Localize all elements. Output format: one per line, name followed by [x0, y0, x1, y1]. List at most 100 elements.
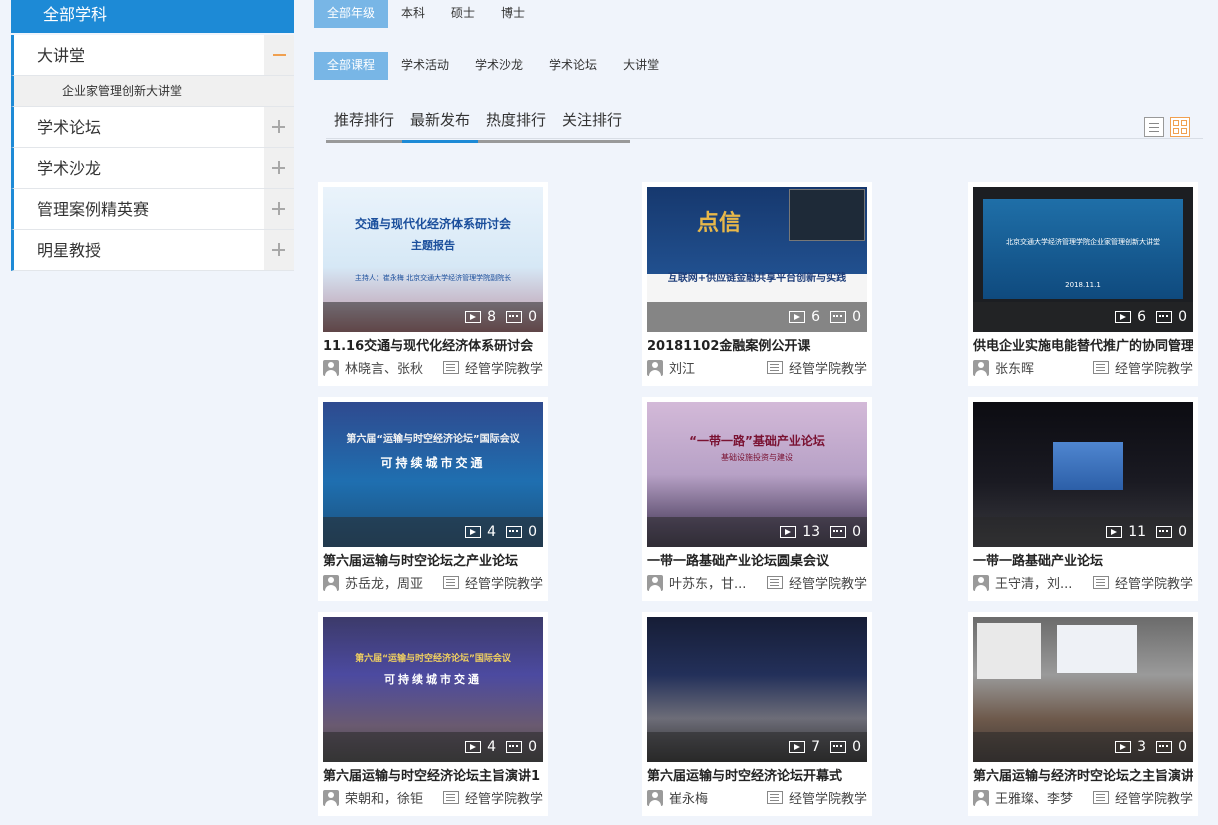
comment-count: 0: [528, 739, 537, 755]
thumbnail-title: 第六届“运输与时空经济论坛”国际会议: [346, 434, 520, 445]
video-thumbnail[interactable]: 7 0: [647, 617, 867, 762]
grid-view-icon[interactable]: [1170, 117, 1190, 137]
stats-overlay: 11 0: [973, 517, 1193, 547]
video-inset: [789, 189, 865, 241]
user-icon: [323, 574, 339, 591]
sidebar-item-label: 大讲堂: [37, 46, 86, 65]
stats-overlay: 6 0: [973, 302, 1193, 332]
video-card[interactable]: 北京交通大学经济管理学院企业家管理创新大讲堂 2018.11.1 6 0 供电企…: [968, 182, 1198, 386]
sidebar: 全部学科 大讲堂 企业家管理创新大讲堂 学术论坛 学术沙龙 管理案例精英赛 明星…: [11, 0, 294, 271]
filter-course-all[interactable]: 全部课程: [314, 52, 389, 80]
card-title[interactable]: 20181102金融案例公开课: [647, 338, 867, 356]
sidebar-item-case-competition[interactable]: 管理案例精英赛: [11, 189, 294, 230]
department-icon: [766, 576, 783, 589]
filter-course-salon[interactable]: 学术沙龙: [462, 52, 536, 80]
filter-course-lecture[interactable]: 大讲堂: [610, 52, 672, 80]
expand-icon[interactable]: [264, 189, 294, 229]
user-icon: [973, 789, 989, 806]
sidebar-item-star-professor[interactable]: 明星教授: [11, 230, 294, 271]
video-card[interactable]: 7 0 第六届运输与时空经济论坛开幕式 崔永梅 经管学院教学: [642, 612, 872, 816]
filter-grade-undergrad[interactable]: 本科: [388, 0, 438, 28]
video-thumbnail[interactable]: 11 0: [973, 402, 1193, 547]
thumbnail-subtitle: 互联网+供应链金融共享平台创新与实践: [667, 273, 847, 284]
card-title[interactable]: 11.16交通与现代化经济体系研讨会: [323, 338, 543, 356]
list-view-icon[interactable]: [1144, 117, 1164, 137]
video-card[interactable]: 第六届“运输与时空经济论坛”国际会议 可持续城市交通 4 0 第六届运输与时空经…: [318, 612, 548, 816]
sidebar-header-all-subjects[interactable]: 全部学科: [11, 0, 294, 33]
user-icon: [647, 789, 663, 806]
projector-screen: [1057, 625, 1137, 673]
video-thumbnail[interactable]: 点信 互联网+供应链金融共享平台创新与实践 6 0: [647, 187, 867, 332]
comment-count: 0: [852, 739, 861, 755]
sidebar-subitem-entrepreneur-lecture[interactable]: 企业家管理创新大讲堂: [11, 76, 294, 107]
card-department: 经管学院教学: [464, 792, 543, 807]
comment-count: 0: [1178, 739, 1187, 755]
video-card[interactable]: 11 0 一带一路基础产业论坛 王守清，刘... 经管学院教学: [968, 397, 1198, 601]
expand-icon[interactable]: [264, 107, 294, 147]
video-card[interactable]: 点信 互联网+供应链金融共享平台创新与实践 6 0 20181102金融案例公开…: [642, 182, 872, 386]
stats-overlay: 13 0: [647, 517, 867, 547]
thumbnail-title: 交通与现代化经济体系研讨会: [354, 217, 511, 231]
card-title[interactable]: 第六届运输与经济时空论坛之主旨演讲2: [973, 768, 1193, 786]
expand-icon[interactable]: [264, 230, 294, 270]
video-thumbnail[interactable]: 3 0: [973, 617, 1193, 762]
collapse-icon[interactable]: [264, 35, 294, 75]
video-card[interactable]: 第六届“运输与时空经济论坛”国际会议 可持续城市交通 4 0 第六届运输与时空论…: [318, 397, 548, 601]
card-department: 经管学院教学: [464, 577, 543, 592]
stats-overlay: 4 0: [323, 517, 543, 547]
department-icon: [442, 791, 459, 804]
user-icon: [323, 359, 339, 376]
filter-grade-all[interactable]: 全部年级: [314, 0, 389, 28]
thumbnail-title: 北京交通大学经济管理学院企业家管理创新大讲堂: [1006, 238, 1160, 246]
comment-icon: [830, 741, 847, 753]
card-department: 经管学院教学: [788, 577, 867, 592]
card-title[interactable]: 供电企业实施电能替代推广的协同管理: [973, 338, 1193, 356]
video-card[interactable]: 交通与现代化经济体系研讨会 主题报告 主持人：崔永梅 北京交通大学经济管理学院副…: [318, 182, 548, 386]
comment-icon: [1156, 741, 1173, 753]
video-thumbnail[interactable]: “一带一路”基础产业论坛 基础设施投资与建设 13 0: [647, 402, 867, 547]
video-thumbnail[interactable]: 北京交通大学经济管理学院企业家管理创新大讲堂 2018.11.1 6 0: [973, 187, 1193, 332]
card-title[interactable]: 第六届运输与时空经济论坛主旨演讲1: [323, 768, 543, 786]
sidebar-item-lecture[interactable]: 大讲堂: [11, 35, 294, 76]
course-filter: 全部课程 学术活动 学术沙龙 学术论坛 大讲堂: [314, 52, 672, 80]
video-thumbnail[interactable]: 第六届“运输与时空经济论坛”国际会议 可持续城市交通 4 0: [323, 402, 543, 547]
card-title[interactable]: 第六届运输与时空经济论坛开幕式: [647, 768, 867, 786]
department-icon: [1092, 791, 1109, 804]
filter-course-activity[interactable]: 学术活动: [388, 52, 462, 80]
filter-grade-phd[interactable]: 博士: [488, 0, 538, 28]
video-thumbnail[interactable]: 第六届“运输与时空经济论坛”国际会议 可持续城市交通 4 0: [323, 617, 543, 762]
video-count-icon: [780, 526, 797, 538]
department-icon: [1092, 576, 1109, 589]
comment-icon: [506, 741, 523, 753]
expand-icon[interactable]: [264, 148, 294, 188]
video-count-icon: [1106, 526, 1123, 538]
video-card[interactable]: 3 0 第六届运输与经济时空论坛之主旨演讲2 王雅璨、李梦 经管学院教学: [968, 612, 1198, 816]
card-department: 经管学院教学: [1114, 792, 1193, 807]
comment-icon: [506, 311, 523, 323]
card-title[interactable]: 一带一路基础产业论坛圆桌会议: [647, 553, 867, 571]
comment-count: 0: [1178, 309, 1187, 325]
video-count: 11: [1128, 524, 1147, 540]
video-count: 8: [487, 309, 497, 325]
video-count: 7: [811, 739, 821, 755]
card-department: 经管学院教学: [788, 362, 867, 377]
department-icon: [1092, 361, 1109, 374]
video-count-icon: [1115, 741, 1132, 753]
comment-count: 0: [528, 524, 537, 540]
user-icon: [973, 359, 989, 376]
filter-course-forum[interactable]: 学术论坛: [536, 52, 610, 80]
video-count-icon: [465, 526, 482, 538]
video-thumbnail[interactable]: 交通与现代化经济体系研讨会 主题报告 主持人：崔永梅 北京交通大学经济管理学院副…: [323, 187, 543, 332]
video-count: 6: [811, 309, 821, 325]
user-icon: [973, 574, 989, 591]
sidebar-item-forum[interactable]: 学术论坛: [11, 107, 294, 148]
card-title[interactable]: 一带一路基础产业论坛: [973, 553, 1193, 571]
video-count-icon: [465, 741, 482, 753]
sidebar-item-salon[interactable]: 学术沙龙: [11, 148, 294, 189]
divider: [326, 138, 1203, 139]
filter-grade-master[interactable]: 硕士: [438, 0, 488, 28]
video-count: 4: [487, 524, 497, 540]
card-title[interactable]: 第六届运输与时空论坛之产业论坛: [323, 553, 543, 571]
video-card[interactable]: “一带一路”基础产业论坛 基础设施投资与建设 13 0 一带一路基础产业论坛圆桌…: [642, 397, 872, 601]
card-department: 经管学院教学: [788, 792, 867, 807]
